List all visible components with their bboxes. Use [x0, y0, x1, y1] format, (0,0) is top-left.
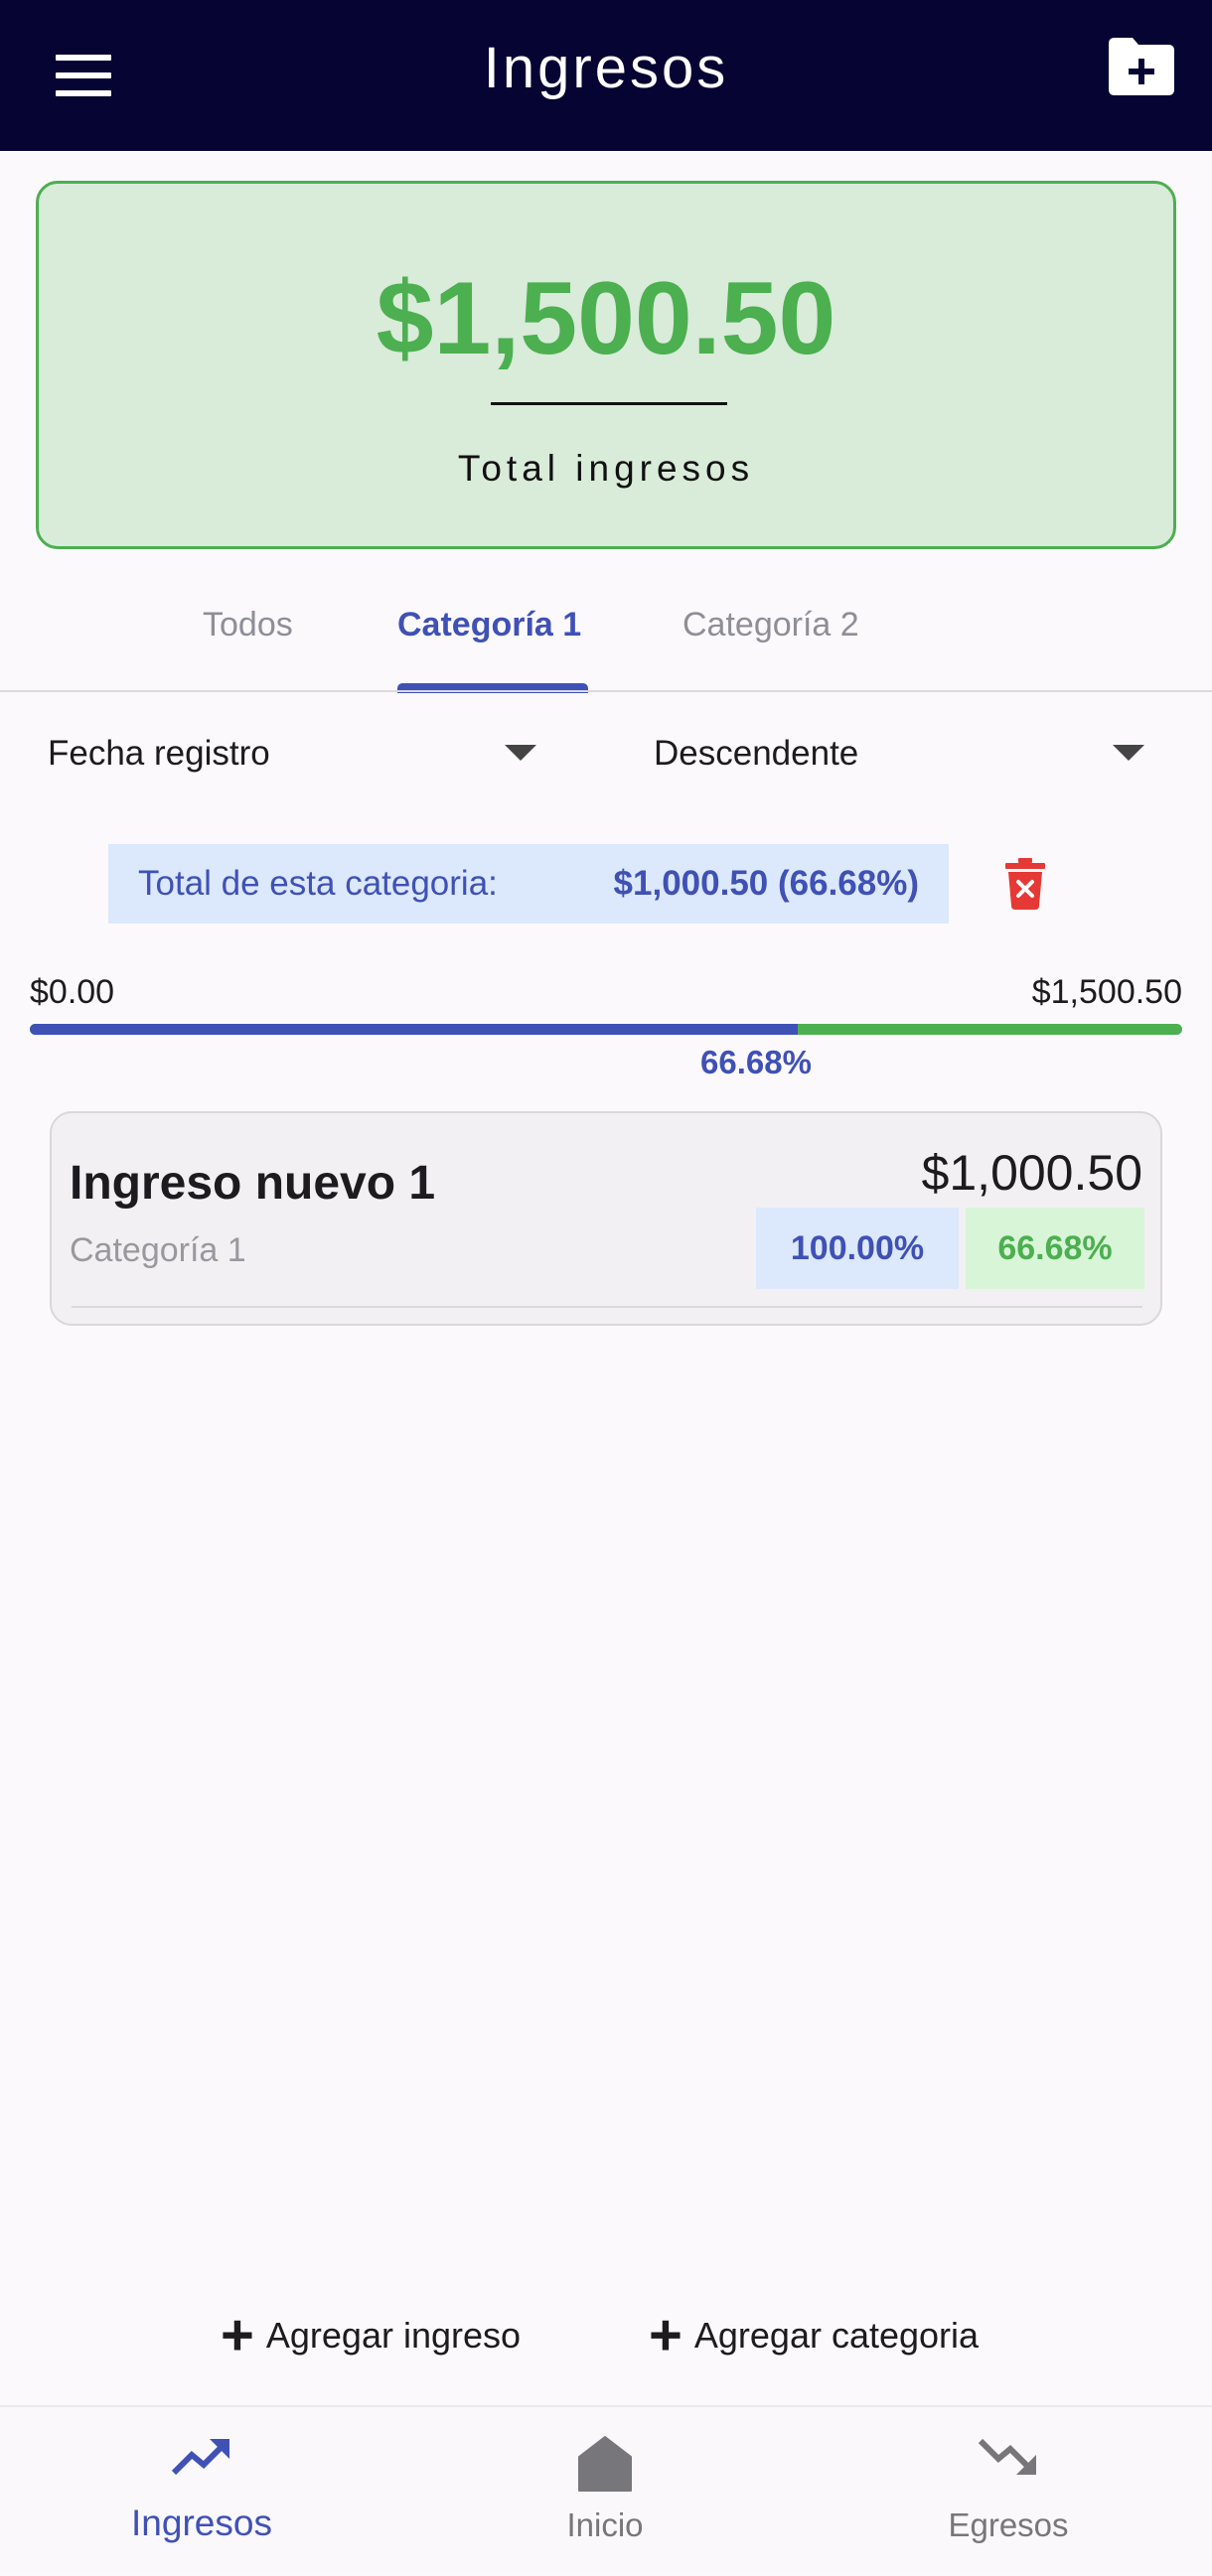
- trash-icon[interactable]: [1005, 858, 1045, 910]
- sort-order-dropdown[interactable]: Descendente: [654, 723, 1150, 785]
- total-divider: [491, 402, 727, 405]
- progress-min-label: $0.00: [30, 973, 115, 1011]
- progress-percent-label: 66.68%: [700, 1044, 812, 1080]
- total-income-label: Total ingresos: [457, 448, 755, 489]
- item-amount: $1,000.50: [921, 1145, 1142, 1201]
- nav-item-ingresos[interactable]: Ingresos: [0, 2407, 403, 2576]
- item-category: Categoría 1: [70, 1231, 246, 1269]
- nav-label-ingresos: Ingresos: [131, 2503, 272, 2543]
- tab-todos[interactable]: Todos: [203, 600, 293, 649]
- category-tabs: Todos Categoría 1 Categoría 2: [0, 576, 1212, 693]
- item-title: Ingreso nuevo 1: [70, 1157, 436, 1210]
- home-icon: [578, 2436, 632, 2492]
- chevron-down-icon: [1113, 745, 1144, 761]
- list-item[interactable]: Ingreso nuevo 1 Categoría 1 $1,000.50 10…: [50, 1111, 1162, 1326]
- nav-item-inicio[interactable]: Inicio: [403, 2407, 807, 2576]
- item-category-percent-badge: 100.00%: [756, 1208, 959, 1289]
- category-total-value: $1,000.50 (66.68%): [613, 864, 919, 903]
- plus-icon: +: [649, 2303, 682, 2367]
- add-income-button[interactable]: + Agregar ingreso: [221, 2306, 521, 2365]
- app-bar: Ingresos: [0, 0, 1212, 151]
- nav-label-egresos: Egresos: [948, 2506, 1069, 2543]
- trending-up-icon: [171, 2439, 229, 2476]
- category-total-label: Total de esta categoria:: [138, 864, 498, 903]
- tab-categoria-1[interactable]: Categoría 1: [397, 600, 581, 649]
- nav-item-egresos[interactable]: Egresos: [807, 2407, 1210, 2576]
- category-progress-fill: [30, 1024, 799, 1035]
- progress-max-label: $1,500.50: [1031, 973, 1182, 1011]
- add-category-button[interactable]: + Agregar categoria: [649, 2306, 979, 2365]
- trending-down-icon: [978, 2438, 1036, 2475]
- sort-field-value: Fecha registro: [48, 734, 270, 773]
- tab-categoria-2[interactable]: Categoría 2: [682, 600, 859, 649]
- item-total-percent-badge: 66.68%: [966, 1208, 1144, 1289]
- sort-order-value: Descendente: [654, 734, 859, 773]
- add-category-label: Agregar categoria: [693, 2315, 980, 2356]
- folder-add-icon[interactable]: [1105, 36, 1176, 97]
- nav-label-inicio: Inicio: [566, 2506, 644, 2543]
- chevron-down-icon: [505, 745, 536, 761]
- tabs-divider: [0, 690, 1212, 692]
- category-total-banner: Total de esta categoria: $1,000.50 (66.6…: [108, 844, 949, 924]
- category-progress-bar: [30, 1024, 1182, 1035]
- bottom-navigation: Ingresos Inicio Egresos: [0, 2405, 1212, 2574]
- plus-icon: +: [221, 2303, 254, 2367]
- sort-field-dropdown[interactable]: Fecha registro: [48, 723, 544, 785]
- total-income-card: $1,500.50 Total ingresos: [36, 181, 1176, 549]
- item-divider: [72, 1306, 1142, 1308]
- add-income-label: Agregar ingreso: [265, 2315, 522, 2356]
- page-title: Ingresos: [483, 36, 729, 100]
- total-income-amount: $1,500.50: [376, 261, 836, 376]
